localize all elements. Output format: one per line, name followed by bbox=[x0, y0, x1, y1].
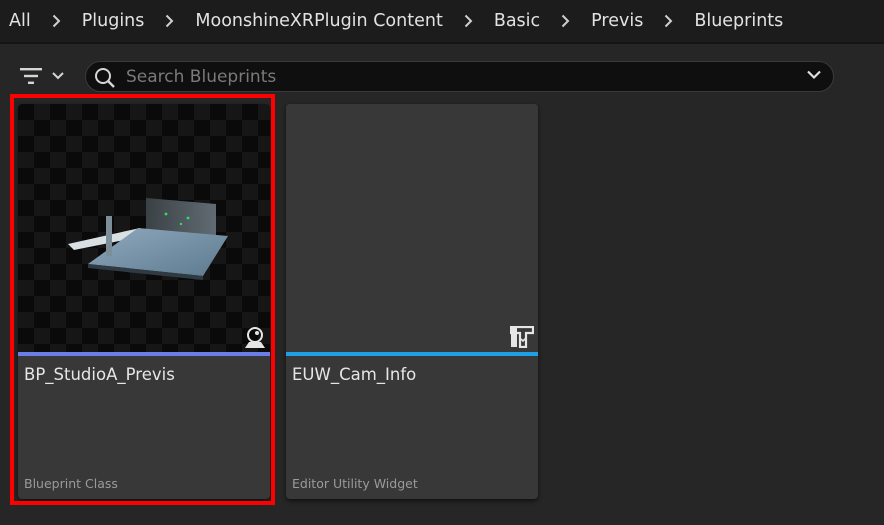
asset-toolbar bbox=[0, 46, 884, 98]
chevron-down-icon[interactable] bbox=[807, 70, 821, 80]
asset-name: EUW_Cam_Info bbox=[292, 365, 417, 384]
search-icon bbox=[95, 68, 115, 88]
chevron-right-icon bbox=[164, 14, 175, 29]
asset-type-label: Editor Utility Widget bbox=[292, 476, 418, 491]
chevron-right-icon bbox=[51, 14, 62, 29]
asset-type-accent-bar bbox=[286, 352, 538, 356]
blank-thumbnail bbox=[286, 104, 538, 352]
blueprint-actor-icon bbox=[243, 325, 267, 353]
chevron-down-icon bbox=[52, 72, 64, 80]
asset-type-accent-bar bbox=[18, 352, 270, 356]
chevron-right-icon bbox=[663, 14, 674, 29]
chevron-right-icon bbox=[463, 14, 474, 29]
widget-icon bbox=[509, 325, 535, 352]
breadcrumb-item-previs[interactable]: Previs bbox=[591, 11, 643, 31]
breadcrumb-item-plugins[interactable]: Plugins bbox=[82, 11, 145, 31]
breadcrumb-item-moonshine-content[interactable]: MoonshineXRPlugin Content bbox=[195, 11, 442, 31]
asset-tile-bp-studioa-previs[interactable]: BP_StudioA_Previs Blueprint Class bbox=[18, 104, 270, 499]
chevron-right-icon bbox=[560, 14, 571, 29]
breadcrumb: All Plugins MoonshineXRPlugin Content Ba… bbox=[0, 0, 884, 44]
filter-button[interactable] bbox=[20, 61, 72, 91]
studio-scene-thumbnail bbox=[18, 104, 270, 352]
asset-type-label: Blueprint Class bbox=[24, 476, 118, 491]
breadcrumb-item-all[interactable]: All bbox=[9, 11, 31, 31]
breadcrumb-item-basic[interactable]: Basic bbox=[494, 11, 540, 31]
search-box bbox=[85, 61, 834, 92]
asset-tile-euw-cam-info[interactable]: EUW_Cam_Info Editor Utility Widget bbox=[286, 104, 538, 499]
filter-icon bbox=[20, 68, 42, 84]
breadcrumb-item-blueprints[interactable]: Blueprints bbox=[694, 11, 783, 31]
search-input[interactable] bbox=[126, 62, 786, 91]
asset-name: BP_StudioA_Previs bbox=[24, 365, 175, 384]
